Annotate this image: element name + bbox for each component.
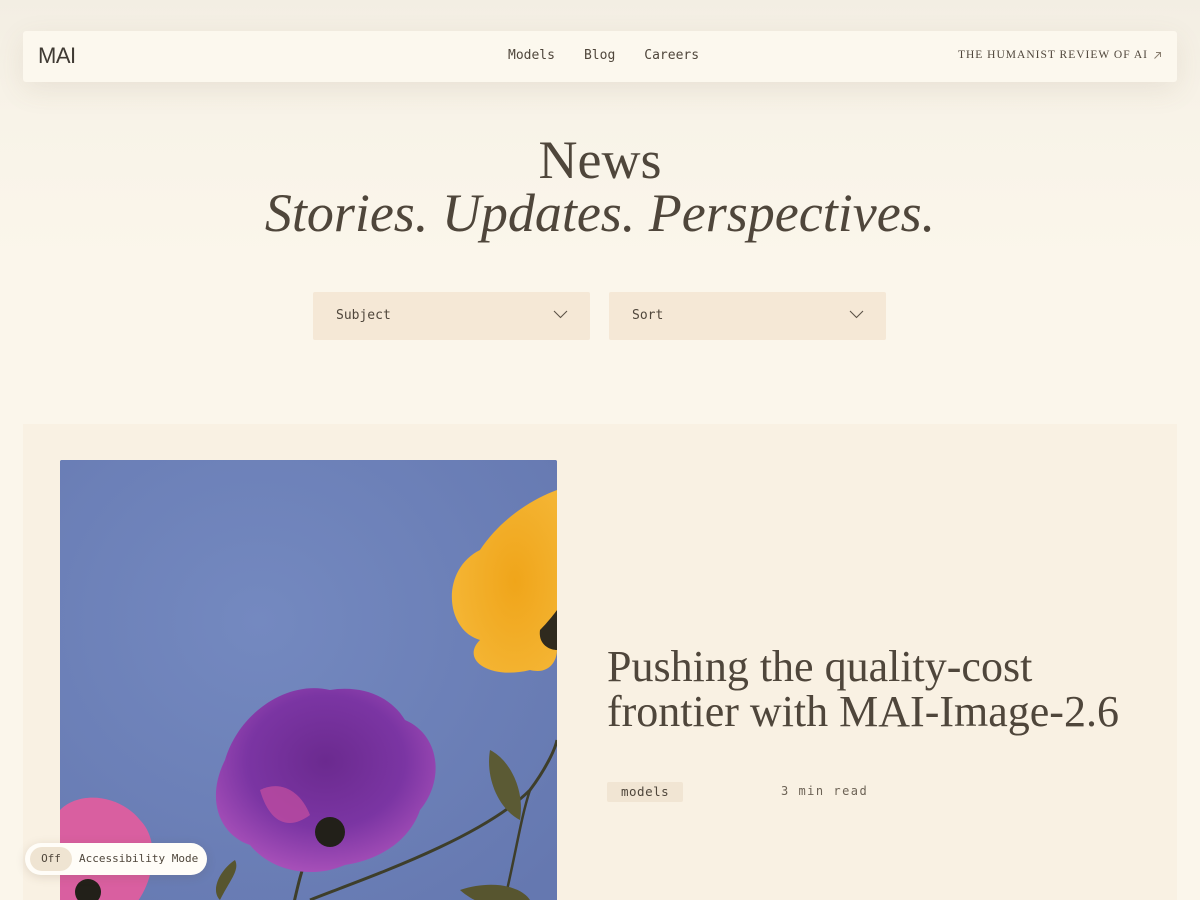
read-time: 3 min read xyxy=(781,784,869,798)
chevron-down-icon xyxy=(553,310,568,319)
nav-item-models[interactable]: Models xyxy=(508,48,555,63)
sort-select[interactable]: Sort xyxy=(609,292,886,340)
page-title: News xyxy=(538,130,662,190)
subject-filter-select[interactable]: Subject xyxy=(313,292,590,340)
sort-label: Sort xyxy=(632,308,664,323)
accessibility-mode-toggle[interactable]: Off Accessibility Mode xyxy=(25,843,207,875)
featured-article-title[interactable]: Pushing the quality-cost frontier with M… xyxy=(607,644,1167,734)
chevron-down-icon xyxy=(849,310,864,319)
subject-filter-label: Subject xyxy=(336,308,391,323)
humanist-review-link[interactable]: THE HUMANIST REVIEW OF AI xyxy=(958,49,1162,61)
accessibility-toggle-label: Accessibility Mode xyxy=(79,852,199,865)
featured-article-image[interactable] xyxy=(60,460,557,900)
nav-item-careers[interactable]: Careers xyxy=(644,48,699,63)
main-nav: Models Blog Careers xyxy=(508,48,699,63)
featured-article-card[interactable]: Pushing the quality-cost frontier with M… xyxy=(23,424,1177,900)
article-tag[interactable]: models xyxy=(607,782,684,802)
nav-item-blog[interactable]: Blog xyxy=(584,48,615,63)
accessibility-toggle-state: Off xyxy=(30,847,72,871)
arrow-up-right-icon xyxy=(1154,51,1161,59)
humanist-review-label: THE HUMANIST REVIEW OF AI xyxy=(957,49,1148,61)
site-header: MAI Models Blog Careers THE HUMANIST REV… xyxy=(23,31,1177,82)
painted-flowers-illustration xyxy=(60,460,557,900)
logo[interactable]: MAI xyxy=(38,43,76,69)
page-subtitle: Stories. Updates. Perspectives. xyxy=(264,183,936,243)
